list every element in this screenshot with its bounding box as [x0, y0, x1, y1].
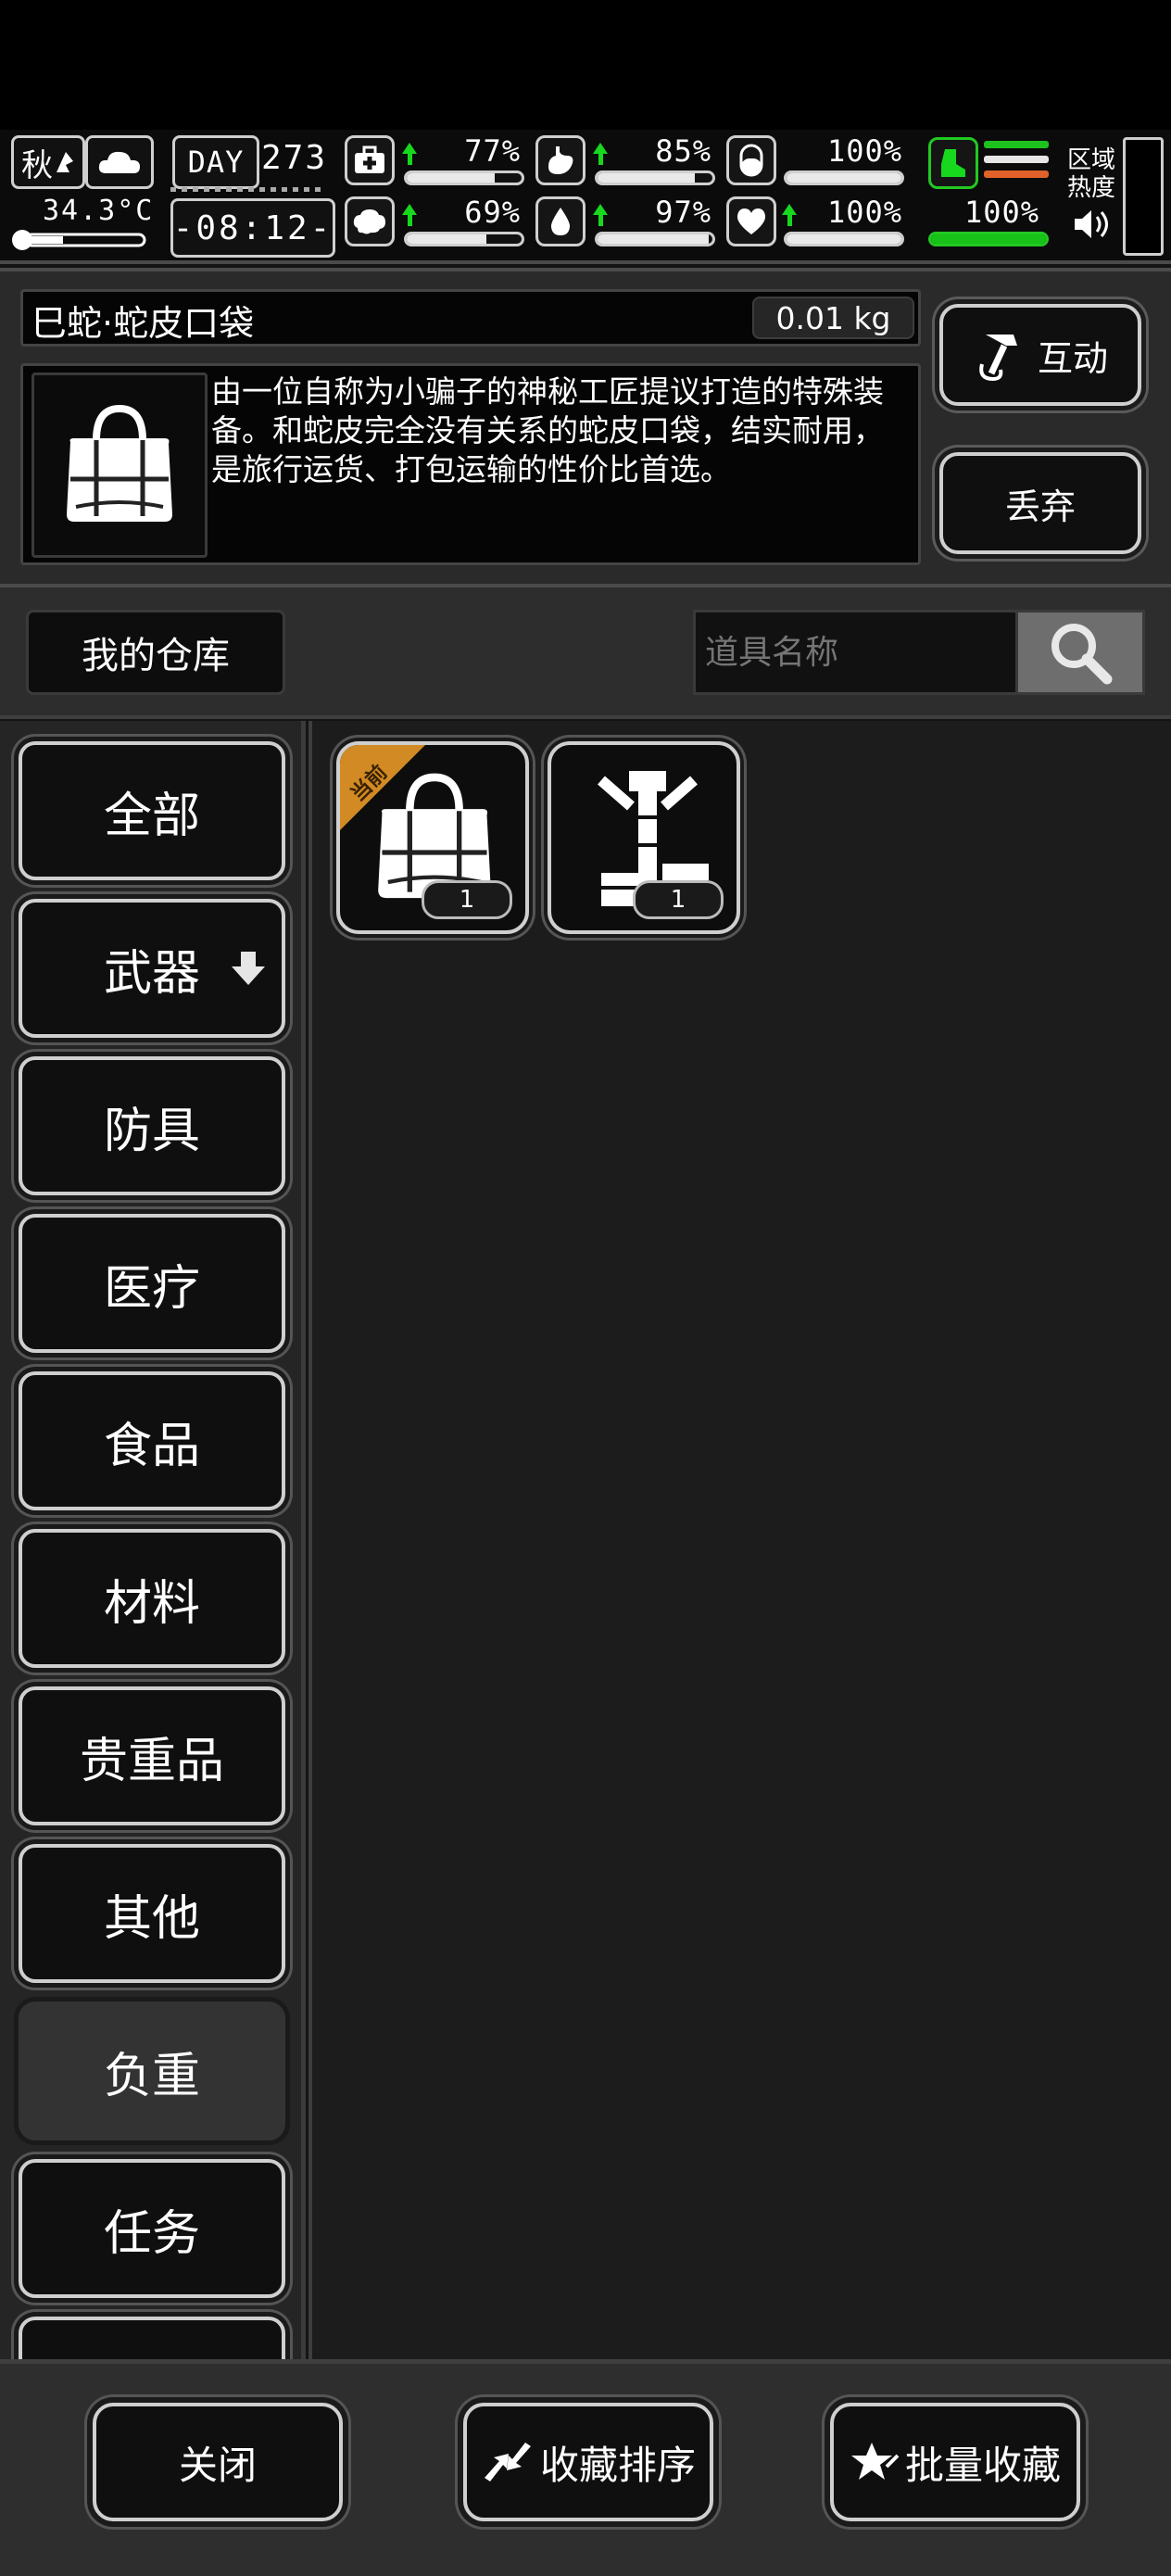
hunger-percent: 85%: [655, 133, 711, 169]
category-weapons[interactable]: 武器: [19, 899, 285, 1038]
zone-heat-label: 区域 热度: [1067, 146, 1115, 202]
zone-label-line-2: 热度: [1067, 174, 1116, 202]
health-bar: [404, 170, 524, 185]
item-count: 1: [633, 880, 724, 919]
item-weight: 0.01 kg: [752, 297, 914, 339]
stamina-percent: 100%: [963, 195, 1039, 230]
stat3-percent: 100%: [826, 133, 902, 169]
status-bar: 秋 34.3°C DAY 273 -08:12- 77% 85% 100% 69…: [0, 130, 1171, 264]
stat3-bar: [784, 170, 904, 185]
category-label: 任务: [103, 2205, 200, 2262]
category-all[interactable]: 全部: [19, 741, 285, 880]
boot-icon: [928, 137, 978, 189]
category-sidebar: 全部 武器 防具 医疗 食品 材料 贵重品 其他 负重 任务: [0, 721, 306, 2359]
interact-button[interactable]: 互动: [939, 304, 1141, 406]
thermometer-icon: [12, 230, 146, 250]
category-label: 医疗: [103, 1260, 200, 1317]
category-food[interactable]: 食品: [19, 1371, 285, 1510]
health-percent: 77%: [464, 133, 521, 169]
category-label: 武器: [103, 945, 200, 1002]
hunger-bar: [595, 170, 715, 185]
discard-button[interactable]: 丢弃: [939, 452, 1141, 554]
item-slot-bag[interactable]: 当前 1: [336, 741, 529, 934]
day-number: 273: [261, 139, 328, 177]
category-materials[interactable]: 材料: [19, 1529, 285, 1668]
star-icon: [850, 2443, 900, 2480]
category-quest[interactable]: 任务: [19, 2159, 285, 2298]
cloud-icon: [85, 135, 154, 189]
season-label: 秋: [21, 146, 53, 184]
category-label: 全部: [103, 788, 200, 844]
temperature-readout: 34.3°C: [43, 195, 155, 227]
item-count: 1: [422, 880, 512, 919]
batch-favorite-button[interactable]: 批量收藏: [830, 2403, 1080, 2521]
leaf-icon: [57, 152, 73, 172]
category-load[interactable]: 负重: [19, 2001, 285, 2140]
warehouse-label[interactable]: 我的仓库: [26, 610, 285, 695]
day-label: DAY: [172, 135, 259, 189]
stamina-line-2: [984, 156, 1049, 163]
category-label: 防具: [103, 1103, 200, 1159]
close-label: 关闭: [178, 2442, 257, 2488]
capsule-icon: [726, 135, 776, 185]
day-divider: [170, 187, 326, 192]
category-label: 其他: [103, 1890, 200, 1947]
category-other[interactable]: 其他: [19, 1844, 285, 1983]
stamina-line-3: [984, 170, 1049, 178]
category-medical[interactable]: 医疗: [19, 1214, 285, 1353]
category-armor[interactable]: 防具: [19, 1056, 285, 1195]
discard-label: 丢弃: [1004, 486, 1076, 527]
water-drop-icon: [535, 196, 586, 246]
batch-favorite-label: 批量收藏: [904, 2442, 1061, 2488]
stamina-bar: [928, 232, 1049, 246]
interact-label: 互动: [1037, 337, 1108, 379]
season-badge: 秋: [11, 135, 85, 189]
thirst-percent: 97%: [655, 195, 711, 230]
download-arrow-icon: [232, 952, 265, 985]
category-more[interactable]: [19, 2317, 285, 2359]
category-label: 贵重品: [79, 1733, 224, 1789]
mind-bar: [404, 232, 524, 246]
favorite-sort-label: 收藏排序: [539, 2442, 696, 2488]
favorite-sort-button[interactable]: 收藏排序: [463, 2403, 713, 2521]
hammer-icon: [979, 335, 1017, 382]
clock-readout: -08:12-: [170, 198, 335, 258]
speaker-icon[interactable]: [1071, 206, 1112, 243]
medkit-icon: [345, 135, 395, 185]
heart-bar: [784, 232, 904, 246]
top-black-bar: [0, 0, 1171, 130]
stomach-icon: [535, 135, 586, 185]
search-icon: [1051, 624, 1113, 685]
close-button[interactable]: 关闭: [93, 2403, 343, 2521]
item-grid: 当前 1 1: [308, 721, 1171, 2359]
heart-icon: [726, 196, 776, 246]
zone-label-line-1: 区域: [1067, 146, 1116, 174]
swap-arrows-icon: [484, 2443, 531, 2481]
category-label: 负重: [103, 2048, 200, 2104]
category-label: 材料: [103, 1575, 200, 1632]
search-button[interactable]: [1015, 610, 1145, 695]
category-valuables[interactable]: 贵重品: [19, 1686, 285, 1825]
zone-heat-meter: [1123, 137, 1164, 256]
item-slot-rack[interactable]: 1: [548, 741, 740, 934]
brain-icon: [345, 196, 395, 246]
thirst-bar: [595, 232, 715, 246]
stamina-line-1: [984, 141, 1049, 148]
item-title: 巳蛇·蛇皮口袋: [31, 303, 255, 344]
item-description: 由一位自称为小骗子的神秘工匠提议打造的特殊装备。和蛇皮完全没有关系的蛇皮口袋，结…: [211, 373, 884, 487]
item-thumbnail: [31, 373, 208, 558]
bag-icon: [67, 404, 172, 522]
category-label: 食品: [103, 1418, 200, 1474]
item-search-input[interactable]: [693, 610, 1015, 695]
mind-percent: 69%: [464, 195, 521, 230]
heart-percent: 100%: [826, 195, 902, 230]
